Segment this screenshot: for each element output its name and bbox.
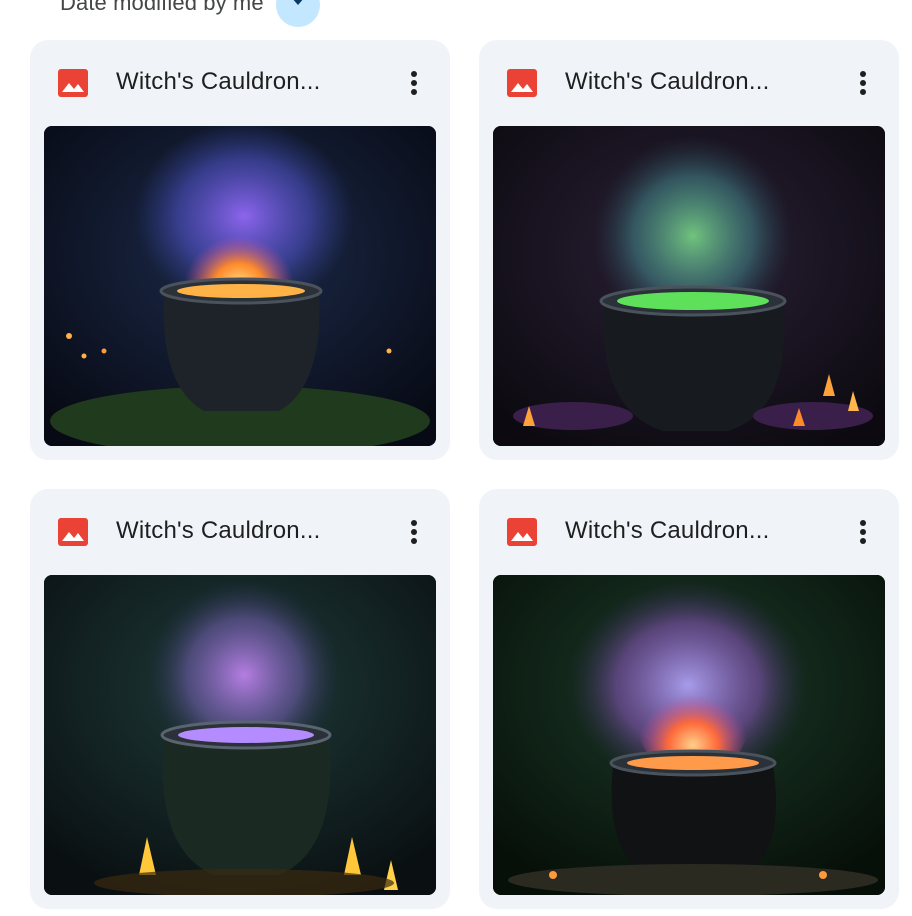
file-name: Witch's Cauldron... <box>565 68 770 95</box>
file-card[interactable]: Witch's Cauldron... <box>479 489 899 909</box>
file-card-header: Witch's Cauldron... <box>479 489 899 575</box>
file-card[interactable]: Witch's Cauldron... <box>479 40 899 460</box>
cauldron-image <box>493 575 885 895</box>
more-actions-button[interactable] <box>398 511 430 553</box>
more-vert-icon <box>411 71 417 95</box>
file-thumbnail[interactable] <box>44 575 436 895</box>
file-grid-view: Date modified by me Witch's Cauldron... <box>0 0 912 916</box>
file-card[interactable]: Witch's Cauldron... <box>30 489 450 909</box>
more-vert-icon <box>860 71 866 95</box>
file-name: Witch's Cauldron... <box>565 517 770 544</box>
sort-label: Date modified by me <box>60 0 264 15</box>
sort-direction-button[interactable] <box>275 0 320 27</box>
image-file-icon <box>58 518 88 546</box>
cauldron-image <box>44 126 436 446</box>
file-thumbnail[interactable] <box>44 126 436 446</box>
file-name: Witch's Cauldron... <box>116 517 321 544</box>
more-vert-icon <box>411 520 417 544</box>
file-card[interactable]: Witch's Cauldron... <box>30 40 450 460</box>
image-file-icon <box>58 69 88 97</box>
sort-control: Date modified by me <box>60 0 320 27</box>
more-actions-button[interactable] <box>847 62 879 104</box>
image-file-icon <box>507 518 537 546</box>
file-card-header: Witch's Cauldron... <box>30 489 450 575</box>
file-thumbnail[interactable] <box>493 575 885 895</box>
image-file-icon <box>507 69 537 97</box>
more-actions-button[interactable] <box>847 511 879 553</box>
file-name: Witch's Cauldron... <box>116 68 321 95</box>
cauldron-image <box>44 575 436 895</box>
file-thumbnail[interactable] <box>493 126 885 446</box>
more-vert-icon <box>860 520 866 544</box>
more-actions-button[interactable] <box>398 62 430 104</box>
file-card-header: Witch's Cauldron... <box>479 40 899 126</box>
cauldron-image <box>493 126 885 446</box>
arrow-down-icon <box>293 0 303 5</box>
file-card-header: Witch's Cauldron... <box>30 40 450 126</box>
